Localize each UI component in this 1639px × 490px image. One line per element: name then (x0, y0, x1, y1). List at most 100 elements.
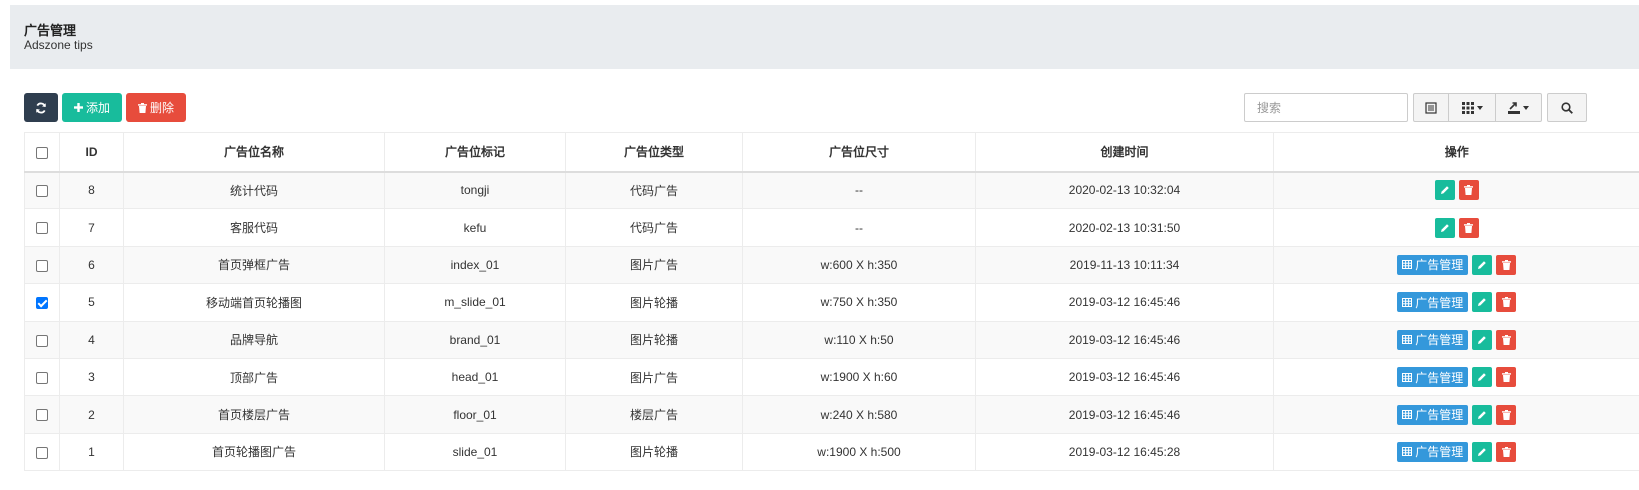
column-header[interactable]: ID (59, 132, 124, 172)
edit-button[interactable] (1472, 441, 1493, 462)
edit-button[interactable] (1434, 180, 1455, 201)
add-button[interactable]: 添加 (62, 93, 122, 122)
row-actions: 广告管理 (1397, 329, 1517, 350)
chevron-down-icon (1523, 105, 1529, 110)
row-checkbox[interactable] (36, 222, 48, 235)
row-delete-button[interactable] (1496, 367, 1517, 388)
table-row: 2 首页楼层广告 floor_01 楼层广告 w:240 X h:580 2019-03-… (24, 395, 1639, 434)
name-cell: 顶部广告 (123, 358, 385, 396)
select-all-cell (24, 132, 60, 172)
ad-manage-button[interactable]: 广告管理 (1397, 329, 1469, 350)
pencil-icon (1478, 373, 1487, 382)
size-cell: -- (742, 171, 976, 209)
name-cell: 移动端首页轮播图 (123, 283, 385, 322)
grid-icon (1461, 101, 1474, 114)
name-cell: 首页弹框广告 (123, 246, 385, 284)
trash-icon (1464, 222, 1474, 233)
id-cell: 5 (59, 283, 124, 322)
row-checkbox[interactable] (36, 259, 48, 272)
ad-manage-label: 广告管理 (1415, 408, 1464, 423)
size-cell: w:240 X h:580 (742, 395, 976, 434)
trash-icon (1501, 334, 1511, 345)
pencil-icon (1478, 261, 1487, 269)
row-delete-button[interactable] (1458, 180, 1479, 201)
column-header[interactable]: 创建时间 (975, 132, 1274, 172)
created-cell: 2019-11-13 10:11:34 (975, 246, 1274, 284)
row-select-cell (24, 321, 60, 359)
add-button-label: 添加 (85, 101, 110, 115)
row-delete-button[interactable] (1496, 254, 1517, 275)
pencil-icon (1478, 448, 1487, 456)
row-checkbox[interactable] (36, 334, 48, 347)
row-actions (1434, 217, 1479, 238)
advanced-search-button[interactable] (1547, 93, 1587, 122)
table-icon (1402, 410, 1413, 420)
column-header[interactable]: 广告位尺寸 (742, 132, 976, 172)
trash-icon (1501, 297, 1511, 308)
column-header[interactable]: 广告位名称 (123, 132, 385, 172)
delete-button-label: 删除 (149, 101, 174, 115)
row-select-cell (24, 433, 60, 471)
ad-manage-button[interactable]: 广告管理 (1397, 254, 1469, 275)
actions-cell (1273, 208, 1639, 247)
edit-button[interactable] (1472, 367, 1493, 388)
actions-cell: 广告管理 (1273, 321, 1639, 359)
type-cell: 图片轮播 (565, 433, 743, 471)
type-cell: 楼层广告 (565, 395, 743, 434)
columns-button[interactable] (1448, 93, 1496, 122)
column-header[interactable]: 广告位类型 (565, 132, 743, 172)
edit-button[interactable] (1472, 292, 1493, 313)
type-cell: 代码广告 (565, 171, 743, 209)
select-all-checkbox[interactable] (36, 146, 48, 159)
ad-manage-label: 广告管理 (1415, 258, 1464, 273)
edit-button[interactable] (1472, 254, 1493, 275)
edit-button[interactable] (1472, 404, 1493, 425)
pencil-icon (1478, 410, 1487, 419)
toggle-view-button[interactable] (1413, 93, 1449, 122)
refresh-button[interactable] (24, 93, 58, 122)
row-checkbox[interactable] (36, 446, 48, 459)
row-delete-button[interactable] (1496, 404, 1517, 425)
mark-cell: head_01 (384, 358, 566, 396)
row-select-cell (24, 246, 60, 284)
trash-icon (137, 102, 147, 113)
edit-button[interactable] (1472, 329, 1493, 350)
row-delete-button[interactable] (1496, 292, 1517, 313)
actions-cell (1273, 171, 1639, 209)
actions-cell: 广告管理 (1273, 395, 1639, 434)
size-cell: w:600 X h:350 (742, 246, 976, 284)
page-header: 广告管理 Adszone tips (10, 5, 1639, 69)
trash-icon (1501, 372, 1511, 383)
edit-button[interactable] (1434, 217, 1455, 238)
row-checkbox[interactable] (36, 371, 48, 384)
type-cell: 图片广告 (565, 358, 743, 396)
type-cell: 图片广告 (565, 246, 743, 284)
export-button[interactable] (1495, 93, 1542, 122)
row-delete-button[interactable] (1496, 329, 1517, 350)
row-select-cell (24, 208, 60, 247)
page-title: 广告管理 (24, 23, 77, 38)
created-cell: 2019-03-12 16:45:46 (975, 321, 1274, 359)
ads-table: ID 广告位名称 广告位标记 广告位类型 广告位尺寸 创建时间 操作 8 统计代码… (24, 132, 1639, 471)
ad-manage-button[interactable]: 广告管理 (1397, 441, 1469, 462)
row-checkbox[interactable] (36, 409, 48, 422)
pencil-icon (1440, 186, 1449, 195)
row-delete-button[interactable] (1496, 441, 1517, 462)
table-row: 7 客服代码 kefu 代码广告 -- 2020-02-13 10:31:50 (24, 208, 1639, 247)
id-cell: 6 (59, 246, 124, 284)
pencil-icon (1478, 298, 1487, 307)
mark-cell: tongji (384, 171, 566, 209)
ad-manage-button[interactable]: 广告管理 (1397, 292, 1469, 313)
row-delete-button[interactable] (1458, 217, 1479, 238)
row-checkbox[interactable] (36, 185, 48, 198)
type-cell: 图片轮播 (565, 321, 743, 359)
column-header[interactable]: 广告位标记 (384, 132, 566, 172)
table-row: 6 首页弹框广告 index_01 图片广告 w:600 X h:350 2019-11-… (24, 246, 1639, 284)
delete-button[interactable]: 删除 (126, 93, 186, 122)
table-row: 8 统计代码 tongji 代码广告 -- 2020-02-13 10:32:04 (24, 171, 1639, 209)
ad-manage-button[interactable]: 广告管理 (1397, 404, 1469, 425)
mark-cell: m_slide_01 (384, 283, 566, 322)
search-input[interactable] (1244, 93, 1408, 122)
row-checkbox[interactable] (36, 297, 48, 310)
ad-manage-button[interactable]: 广告管理 (1397, 367, 1469, 388)
